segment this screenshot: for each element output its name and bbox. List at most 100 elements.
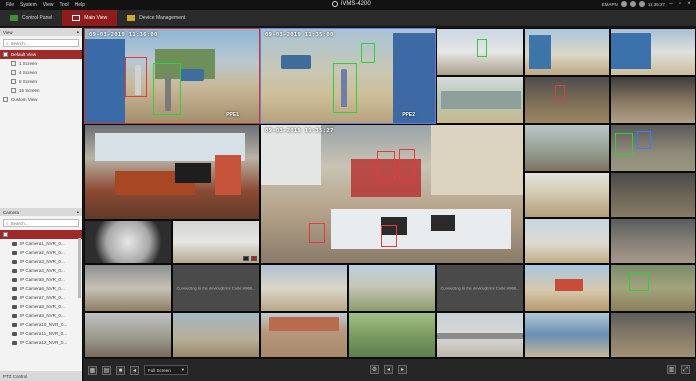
lock-icon[interactable] — [620, 1, 627, 7]
camera-item[interactable]: IP Camera8_NVR_0... — [0, 302, 82, 311]
video-tile[interactable] — [172, 220, 260, 264]
view-item[interactable]: 9 Screen — [0, 77, 82, 86]
camera-item[interactable]: IP Camera6_NVR_0... — [0, 284, 82, 293]
camera-item-label: IP Camera9_NVR_0... — [20, 313, 65, 318]
video-tile[interactable] — [260, 264, 348, 312]
video-tile-offline[interactable]: Connecting to the device(Error Code:H966… — [436, 264, 524, 312]
settings-icon[interactable]: ⚙ — [370, 365, 379, 374]
video-tile[interactable] — [84, 124, 260, 220]
stop-all-icon[interactable]: ■ — [116, 365, 125, 375]
video-tile[interactable] — [436, 28, 524, 76]
menu-item-view[interactable]: View — [43, 2, 54, 8]
camera-item[interactable]: IP Camera11_NVR_0... — [0, 329, 82, 338]
camera-group[interactable] — [0, 230, 82, 239]
next-icon[interactable]: ▸ — [398, 365, 407, 374]
maximize-icon[interactable]: ▫ — [677, 1, 683, 7]
camera-item[interactable]: IP Camera1_NVR_0... — [0, 239, 82, 248]
video-tile[interactable] — [610, 28, 696, 76]
camera-item[interactable]: IP Camera5_NVR_0... — [0, 275, 82, 284]
camera-item-label: IP Camera7_NVR_0... — [20, 295, 65, 300]
video-tile[interactable] — [524, 218, 610, 264]
view-item[interactable]: 1 Screen — [0, 59, 82, 68]
video-tile[interactable] — [172, 312, 260, 358]
camera-item-label: IP Camera1_NVR_0... — [20, 241, 65, 246]
video-tile-large[interactable]: 09-03-2019 11:35:27 — [260, 124, 524, 264]
close-tile-icon[interactable] — [251, 256, 257, 261]
close-icon[interactable]: × — [686, 1, 692, 7]
video-tile[interactable] — [524, 76, 610, 124]
video-tile[interactable] — [348, 264, 436, 312]
video-tile[interactable] — [348, 312, 436, 358]
tile-toolbar — [243, 256, 257, 261]
video-tile[interactable] — [436, 76, 524, 124]
menu-item-tool[interactable]: Tool — [59, 2, 68, 8]
camera-icon — [12, 313, 17, 318]
camera-icon — [12, 295, 17, 300]
video-tile[interactable] — [524, 264, 610, 312]
video-tile[interactable] — [84, 220, 172, 264]
alarm-icon[interactable] — [638, 1, 645, 7]
tab-label: Control Panel — [22, 15, 53, 21]
tab-bar: Control Panel Main View Device Managemen… — [0, 10, 696, 27]
record-icon[interactable] — [243, 256, 249, 261]
camera-item[interactable]: IP Camera10_NVR_0... — [0, 320, 82, 329]
detection-box — [361, 43, 375, 63]
video-tile-ppe2[interactable]: 09-03-2019 11:35:00 PPE2 — [260, 28, 436, 124]
tab-main-view[interactable]: Main View — [62, 10, 118, 26]
menu-item-help[interactable]: Help — [75, 2, 85, 8]
ptz-control-header[interactable]: PTZ Control — [0, 371, 82, 381]
camera-item[interactable]: IP Camera12_NVR_0... — [0, 338, 82, 347]
video-tile[interactable] — [436, 312, 524, 358]
camera-item[interactable]: IP Camera4_NVR_0... — [0, 266, 82, 275]
video-tile[interactable] — [610, 312, 696, 358]
detection-box — [381, 225, 397, 247]
screen-layout-icon — [11, 70, 16, 75]
previous-icon[interactable]: ◂ — [384, 365, 393, 374]
video-tile[interactable] — [610, 218, 696, 264]
fullscreen-icon[interactable]: ⤢ — [681, 365, 690, 374]
video-tile-offline[interactable]: Connecting to the device(Error Code:H966… — [172, 264, 260, 312]
camera-item[interactable]: IP Camera3_NVR_0... — [0, 257, 82, 266]
screen-mode-select[interactable]: Full Screen ▾ — [144, 365, 188, 375]
layout-icon[interactable]: ▦ — [88, 365, 97, 375]
menu-bar: File System View Tool Help iVMS-4200 EMAPN 1… — [0, 0, 696, 10]
view-item[interactable]: Default View — [0, 50, 82, 59]
camera-icon — [12, 322, 17, 327]
tab-device-management[interactable]: Device Management — [117, 10, 195, 26]
camera-scrollbar[interactable] — [78, 238, 81, 298]
video-tile[interactable] — [260, 312, 348, 358]
view-item[interactable]: 4 Screen — [0, 68, 82, 77]
connecting-message: Connecting to the device(Error Code:H966… — [176, 285, 256, 291]
camera-item-label: IP Camera11_NVR_0... — [20, 331, 67, 336]
camera-item[interactable]: IP Camera9_NVR_0... — [0, 311, 82, 320]
view-search-input[interactable] — [10, 40, 76, 46]
camera-label: PPE2 — [402, 112, 415, 118]
collapse-icon[interactable]: ▴ — [77, 29, 79, 35]
video-tile[interactable] — [524, 124, 610, 172]
camera-item[interactable]: IP Camera2_NVR_0... — [0, 248, 82, 257]
grid-layout-icon[interactable]: ▤ — [102, 365, 111, 375]
camera-item[interactable]: IP Camera7_NVR_0... — [0, 293, 82, 302]
camera-search-input[interactable] — [10, 220, 76, 226]
video-tile[interactable] — [524, 28, 610, 76]
video-tile[interactable] — [84, 312, 172, 358]
video-tile[interactable] — [84, 264, 172, 312]
view-item[interactable]: Custom View — [0, 95, 82, 104]
expand-icon[interactable] — [3, 232, 8, 237]
view-item[interactable]: 16 Screen — [0, 86, 82, 95]
menu-item-file[interactable]: File — [6, 2, 14, 8]
volume-icon[interactable]: ◂ — [130, 365, 139, 375]
video-tile[interactable] — [610, 124, 696, 172]
video-tile[interactable] — [610, 172, 696, 218]
collapse-icon[interactable]: ▴ — [77, 209, 79, 215]
video-tile[interactable] — [524, 172, 610, 218]
video-tile[interactable] — [610, 264, 696, 312]
video-tile-ppe1[interactable]: 09-03-2019 11:36:00 PPE1 — [84, 28, 260, 124]
menu-item-system[interactable]: System — [20, 2, 37, 8]
window-split-icon[interactable]: ▥ — [667, 365, 676, 374]
tab-control-panel[interactable]: Control Panel — [0, 10, 62, 26]
camera-item-label: IP Camera3_NVR_0... — [20, 259, 65, 264]
video-tile[interactable] — [524, 312, 610, 358]
minimize-icon[interactable]: – — [668, 1, 674, 7]
video-tile[interactable] — [610, 76, 696, 124]
